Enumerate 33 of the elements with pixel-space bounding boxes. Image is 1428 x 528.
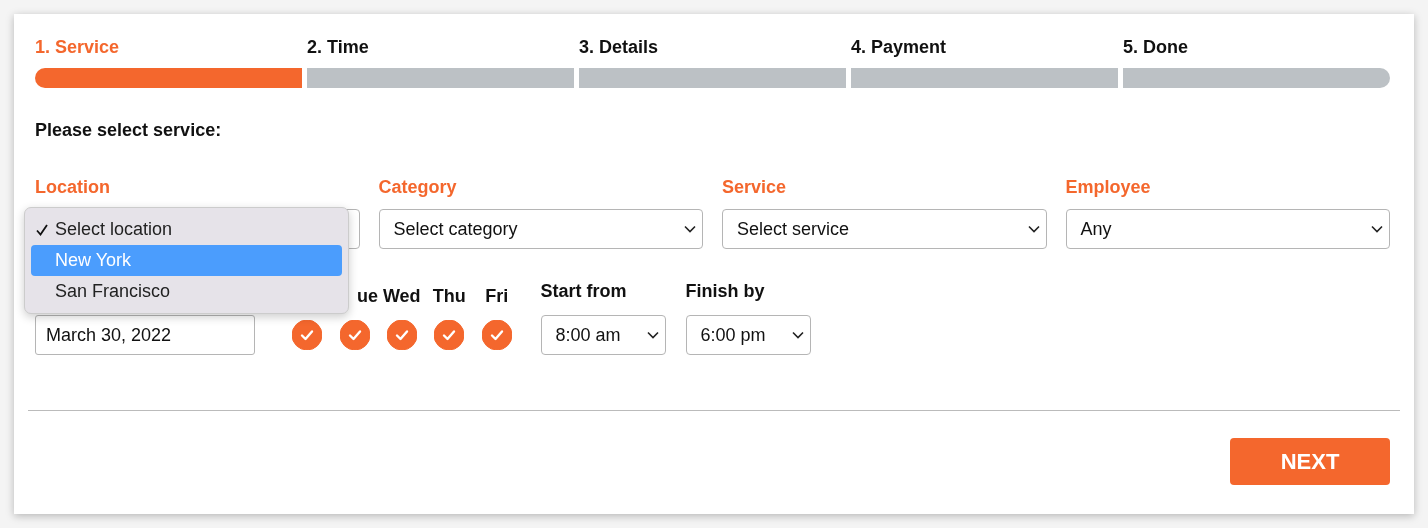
step-label[interactable]: 2. Time (307, 36, 369, 58)
checkbox-icon[interactable] (481, 320, 512, 350)
checkbox-icon[interactable] (291, 320, 322, 350)
date-field[interactable]: March 30, 2022 (35, 315, 255, 355)
weekday-label: ue (357, 286, 378, 307)
chevron-icon (1027, 225, 1040, 233)
select-dropdown[interactable]: Select category (378, 209, 703, 249)
chevron-icon (684, 225, 696, 233)
select-dropdown[interactable]: Select service (722, 209, 1047, 249)
weekday-label: Thu (432, 286, 466, 307)
select-dropdown[interactable]: 8:00 am (540, 315, 666, 355)
checkbox-icon[interactable] (434, 320, 465, 350)
field-label: Finish by (685, 281, 765, 302)
menu-option[interactable]: San Francisco (31, 276, 342, 307)
chevron-icon (646, 331, 659, 339)
field-label: Start from (540, 281, 627, 302)
step-label[interactable]: 3. Details (579, 36, 659, 58)
field-label: Location (35, 177, 110, 198)
select-dropdown[interactable]: 6:00 pm (685, 315, 811, 355)
chevron-icon (1371, 225, 1383, 233)
checkbox-icon[interactable] (386, 320, 417, 350)
select-dropdown[interactable]: Any (1065, 209, 1390, 249)
step-label[interactable]: 4. Payment (851, 36, 947, 58)
checkbox-icon[interactable] (340, 320, 370, 350)
field-label: Service (722, 177, 787, 198)
field-label: Category (378, 177, 457, 198)
section-heading: Please select service: (35, 120, 223, 141)
weekday-label: Wed (382, 286, 421, 307)
weekday-label: Fri (485, 286, 509, 307)
field-label: Employee (1065, 177, 1151, 198)
menu-option[interactable]: Select location (31, 214, 342, 245)
step-label[interactable]: 5. Done (1123, 36, 1188, 58)
chevron-icon (791, 331, 804, 339)
